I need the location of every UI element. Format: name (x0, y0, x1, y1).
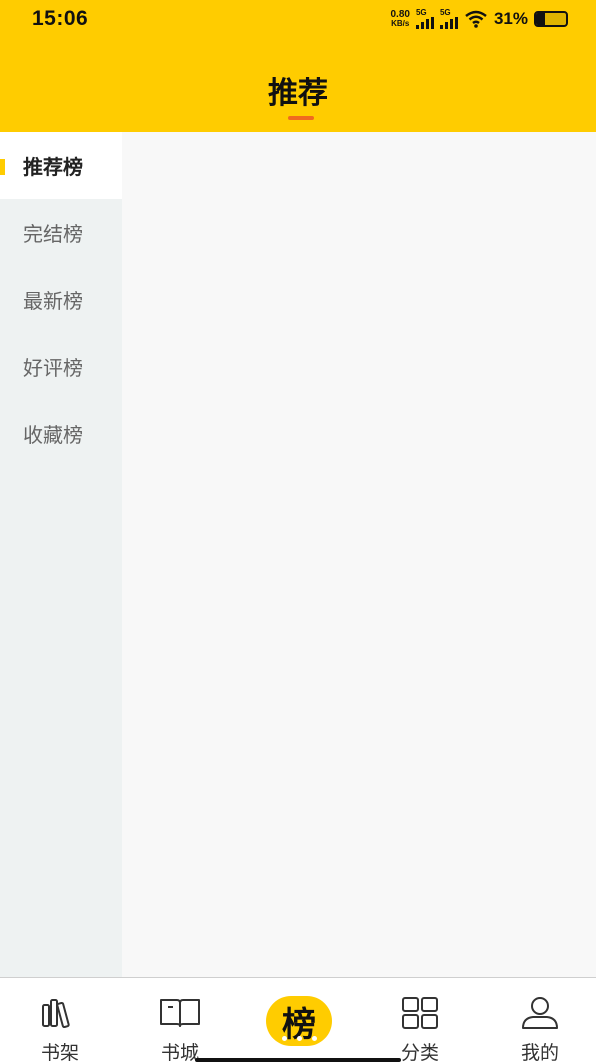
signal-2: 5G (439, 8, 458, 29)
signal-bars-icon (439, 17, 458, 29)
user-icon (522, 997, 558, 1029)
grid-icon (402, 997, 438, 1029)
sidebar-item-label: 最新榜 (23, 289, 83, 313)
tab-bookstore[interactable]: 书城 (120, 978, 240, 1062)
bookshelf-icon (42, 999, 70, 1029)
sidebar-item-label: 收藏榜 (23, 423, 83, 447)
tab-label: 书架 (40, 1042, 79, 1062)
signal-2-label: 5G (439, 8, 451, 17)
signal-1: 5G (415, 8, 434, 29)
tab-label: 我的 (520, 1042, 559, 1062)
battery-fill (536, 13, 546, 25)
network-speed: 0.80 KB/s (390, 9, 410, 29)
sidebar-item-completed[interactable]: 完结榜 (0, 199, 122, 266)
sidebar-item-recommend[interactable]: 推荐榜 (0, 132, 122, 199)
title-underline (288, 116, 314, 120)
active-marker (0, 159, 5, 175)
battery-percent: 31% (493, 9, 528, 28)
network-speed-value: 0.80 (390, 9, 410, 20)
signal-bars-icon (415, 17, 434, 29)
network-speed-unit: KB/s (391, 19, 410, 28)
sidebar-item-top-rated[interactable]: 好评榜 (0, 333, 122, 400)
app-header: 15:06 0.80 KB/s 5G 5G 31% 推荐 (0, 0, 596, 132)
battery-icon (534, 11, 568, 27)
tab-mine[interactable]: 我的 (480, 978, 596, 1062)
ranking-sidebar: 推荐榜 完结榜 最新榜 好评榜 收藏榜 (0, 132, 122, 977)
badge-dots (282, 1036, 317, 1041)
open-book-icon (160, 999, 200, 1027)
page-title: 推荐 (268, 76, 328, 111)
tab-category[interactable]: 分类 (360, 978, 480, 1062)
bottom-tab-bar: 书架 书城 榜 分类 我的 (0, 977, 596, 1062)
status-bar: 15:06 0.80 KB/s 5G 5G 31% (0, 0, 596, 38)
status-indicators: 0.80 KB/s 5G 5G 31% (390, 8, 568, 30)
ranking-content-area[interactable] (122, 132, 596, 977)
sidebar-item-favorites[interactable]: 收藏榜 (0, 400, 122, 467)
sidebar-item-latest[interactable]: 最新榜 (0, 266, 122, 333)
sidebar-item-label: 完结榜 (23, 222, 83, 246)
sidebar-item-label: 推荐榜 (23, 155, 83, 179)
sidebar-item-label: 好评榜 (23, 356, 83, 380)
tab-bookshelf[interactable]: 书架 (0, 978, 120, 1062)
signal-1-label: 5G (415, 8, 427, 17)
home-indicator[interactable] (195, 1058, 401, 1062)
tab-ranking[interactable]: 榜 (240, 978, 360, 1062)
status-time: 15:06 (32, 7, 89, 30)
wifi-icon (465, 10, 487, 28)
